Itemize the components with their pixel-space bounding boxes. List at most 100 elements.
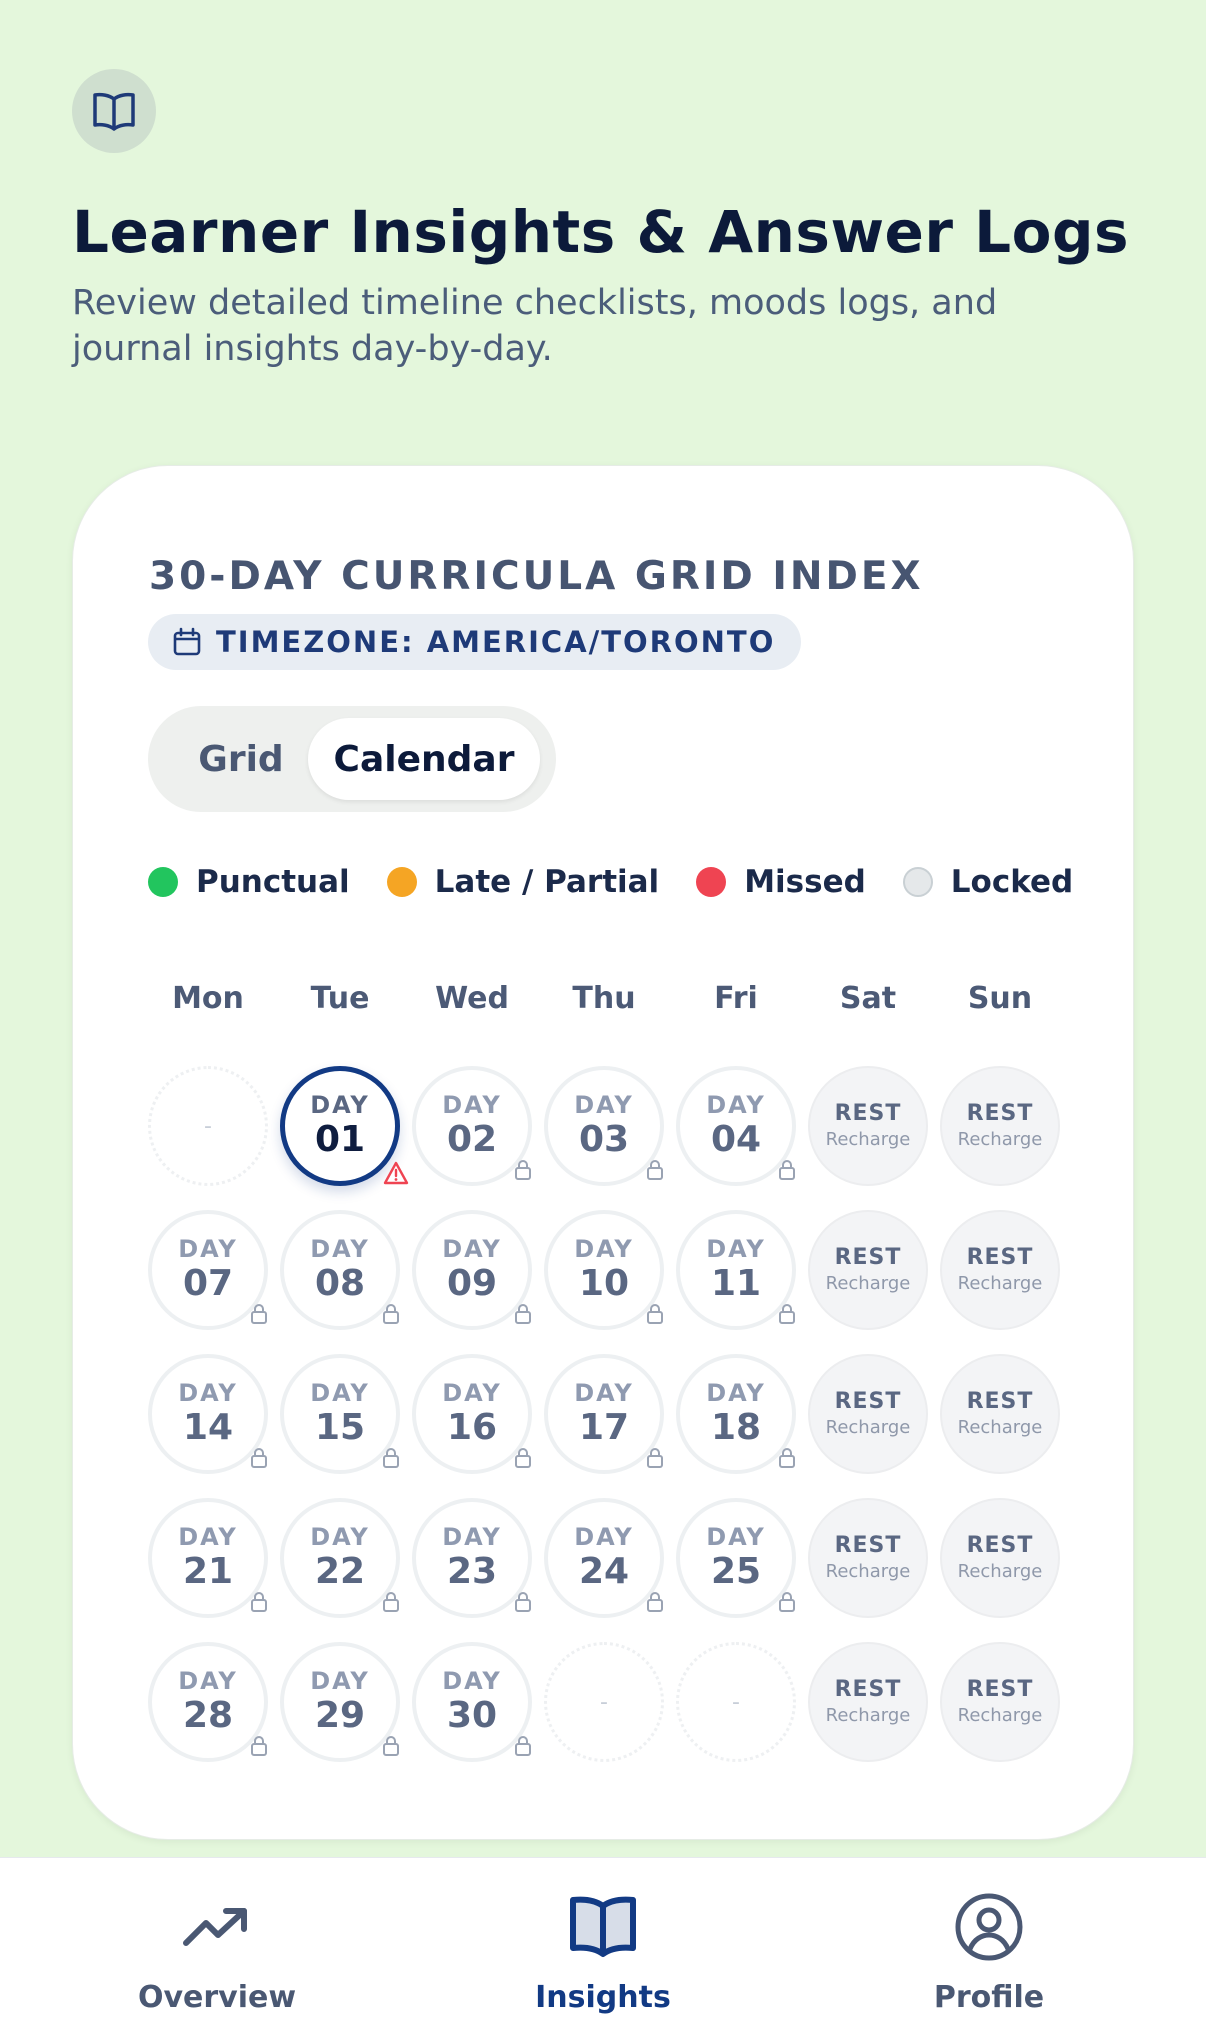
rest-day-cell: REST Recharge <box>808 1066 928 1186</box>
rest-label: REST <box>966 1533 1034 1558</box>
recharge-label: Recharge <box>957 1705 1043 1726</box>
day-cell-18[interactable]: DAY 18 <box>676 1354 796 1474</box>
lock-icon <box>383 1592 399 1612</box>
legend-item-locked: Locked <box>902 864 1074 900</box>
lock-icon <box>515 1160 531 1180</box>
day-cell-03[interactable]: DAY 03 <box>544 1066 664 1186</box>
day-number: 17 <box>578 1407 630 1448</box>
day-label: DAY <box>310 1379 370 1407</box>
lock-icon <box>779 1160 795 1180</box>
weekday-header: Mon Tue Wed Thu Fri Sat Sun <box>148 981 1068 1021</box>
calendar-empty-cell: - <box>676 1642 796 1762</box>
day-number: 01 <box>314 1119 366 1160</box>
nav-insights[interactable]: Insights <box>453 1858 753 2024</box>
legend-label: Punctual <box>196 864 350 900</box>
day-cell-29[interactable]: DAY 29 <box>280 1642 400 1762</box>
day-label: DAY <box>706 1091 766 1119</box>
toggle-calendar[interactable]: Calendar <box>308 718 540 800</box>
page-title: Learner Insights & Answer Logs <box>72 198 1130 266</box>
legend-item-punctual: Punctual <box>148 864 350 900</box>
curricula-card: 30-DAY CURRICULA GRID INDEX TIMEZONE: AM… <box>72 465 1134 1840</box>
rest-label: REST <box>834 1389 902 1414</box>
day-label: DAY <box>442 1667 502 1695</box>
legend-label: Locked <box>950 864 1074 900</box>
recharge-label: Recharge <box>957 1561 1043 1582</box>
lock-icon <box>251 1304 267 1324</box>
day-label: DAY <box>706 1523 766 1551</box>
day-label: DAY <box>442 1091 502 1119</box>
rest-label: REST <box>834 1101 902 1126</box>
day-number: 25 <box>710 1551 762 1592</box>
lock-icon <box>647 1304 663 1324</box>
day-cell-15[interactable]: DAY 15 <box>280 1354 400 1474</box>
day-cell-16[interactable]: DAY 16 <box>412 1354 532 1474</box>
day-label: DAY <box>574 1091 634 1119</box>
lock-icon <box>515 1592 531 1612</box>
trending-up-icon <box>183 1908 247 1946</box>
legend-dot <box>696 867 727 897</box>
day-label: DAY <box>706 1379 766 1407</box>
lock-icon <box>779 1592 795 1612</box>
day-cell-23[interactable]: DAY 23 <box>412 1498 532 1618</box>
nav-overview[interactable]: Overview <box>67 1858 367 2024</box>
day-cell-11[interactable]: DAY 11 <box>676 1210 796 1330</box>
lock-icon <box>251 1448 267 1468</box>
rest-label: REST <box>834 1677 902 1702</box>
day-cell-10[interactable]: DAY 10 <box>544 1210 664 1330</box>
day-label: DAY <box>442 1235 502 1263</box>
weekday-wed: Wed <box>435 981 509 1016</box>
rest-day-cell: REST Recharge <box>940 1354 1060 1474</box>
rest-day-cell: REST Recharge <box>808 1642 928 1762</box>
day-cell-30[interactable]: DAY 30 <box>412 1642 532 1762</box>
rest-day-cell: REST Recharge <box>808 1210 928 1330</box>
day-number: 15 <box>314 1407 366 1448</box>
day-cell-28[interactable]: DAY 28 <box>148 1642 268 1762</box>
legend-dot <box>148 867 178 897</box>
day-number: 23 <box>446 1551 498 1592</box>
day-cell-04[interactable]: DAY 04 <box>676 1066 796 1186</box>
rest-label: REST <box>966 1101 1034 1126</box>
day-cell-24[interactable]: DAY 24 <box>544 1498 664 1618</box>
bottom-nav: Overview Insights Profile <box>0 1857 1206 2024</box>
day-cell-02[interactable]: DAY 02 <box>412 1066 532 1186</box>
rest-label: REST <box>966 1677 1034 1702</box>
day-cell-07[interactable]: DAY 07 <box>148 1210 268 1330</box>
day-label: DAY <box>574 1379 634 1407</box>
legend-item-missed: Missed <box>696 864 866 900</box>
nav-profile-label: Profile <box>933 1980 1045 2015</box>
day-cell-01[interactable]: DAY 01 <box>280 1066 409 1186</box>
day-number: 30 <box>446 1695 498 1736</box>
lock-icon <box>383 1448 399 1468</box>
day-cell-25[interactable]: DAY 25 <box>676 1498 796 1618</box>
day-cell-08[interactable]: DAY 08 <box>280 1210 400 1330</box>
day-cell-22[interactable]: DAY 22 <box>280 1498 400 1618</box>
day-cell-17[interactable]: DAY 17 <box>544 1354 664 1474</box>
weekday-sun: Sun <box>967 981 1033 1016</box>
day-number: 14 <box>182 1407 234 1448</box>
book-button[interactable] <box>72 69 156 153</box>
rest-day-cell: REST Recharge <box>940 1498 1060 1618</box>
recharge-label: Recharge <box>957 1129 1043 1150</box>
nav-profile[interactable]: Profile <box>839 1858 1139 2024</box>
day-label: DAY <box>442 1523 502 1551</box>
recharge-label: Recharge <box>957 1417 1043 1438</box>
day-cell-14[interactable]: DAY 14 <box>148 1354 268 1474</box>
lock-icon <box>383 1304 399 1324</box>
day-number: 04 <box>710 1119 762 1160</box>
day-number: 18 <box>710 1407 762 1448</box>
day-label: DAY <box>706 1235 766 1263</box>
day-cell-21[interactable]: DAY 21 <box>148 1498 268 1618</box>
lock-icon <box>251 1592 267 1612</box>
rest-label: REST <box>966 1389 1034 1414</box>
rest-day-cell: REST Recharge <box>808 1354 928 1474</box>
toggle-grid[interactable]: Grid <box>166 718 316 800</box>
empty-dash: - <box>600 1689 608 1715</box>
recharge-label: Recharge <box>825 1561 911 1582</box>
weekday-tue: Tue <box>310 981 370 1016</box>
day-cell-09[interactable]: DAY 09 <box>412 1210 532 1330</box>
empty-dash: - <box>732 1689 740 1715</box>
weekday-fri: Fri <box>714 981 758 1016</box>
nav-overview-label: Overview <box>137 1980 297 2015</box>
legend: Punctual Late / Partial Missed Locked <box>148 864 1110 900</box>
day-number: 28 <box>182 1695 234 1736</box>
